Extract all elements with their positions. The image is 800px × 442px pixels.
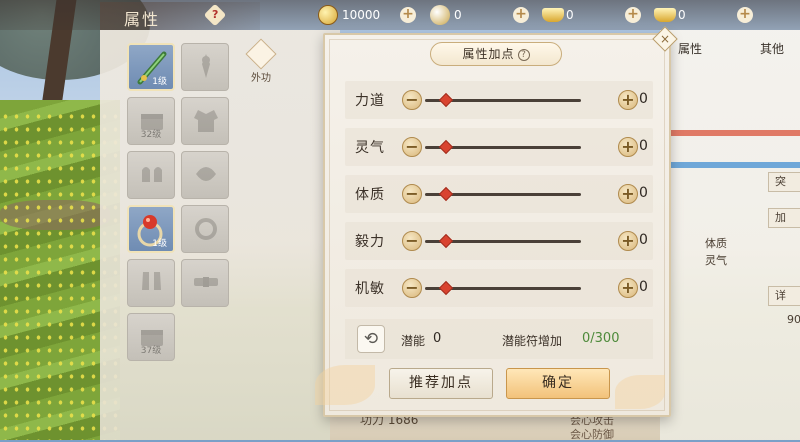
talisman-bonus-label: 潜能符增加 <box>502 334 563 348</box>
slider-thumb[interactable] <box>438 92 454 108</box>
slider-thumb[interactable] <box>438 139 454 155</box>
add-points-button[interactable]: 加 <box>768 208 800 228</box>
equipment-panel: 1级 32级 1级 37级 <box>100 30 340 440</box>
attr-label: 灵气 <box>355 140 385 156</box>
waigong-icon <box>245 38 277 70</box>
breakthrough-button[interactable]: 突 <box>768 172 800 192</box>
attr-row-strength: 力道 − + 0 <box>345 81 653 119</box>
reset-points-button[interactable]: ⟲ <box>357 325 385 353</box>
robe-icon <box>194 110 218 132</box>
attr-label: 机敏 <box>355 281 385 297</box>
currency-value: 0 <box>454 8 462 22</box>
add-silver-ingot-button[interactable]: + <box>737 7 753 23</box>
stat-spirit: 灵气 <box>705 254 727 267</box>
boots-icon <box>142 272 161 290</box>
increase-button[interactable]: + <box>618 184 638 204</box>
top-bar: 属性 ? 10000 + 0 + 0 + 0 + <box>0 0 800 30</box>
petal-decoration <box>315 365 375 405</box>
equip-slot-ring[interactable] <box>181 205 229 253</box>
gloves-icon <box>142 167 162 182</box>
attr-value: 0 <box>639 138 648 154</box>
attr-row-constitution: 体质 − + 0 <box>345 175 653 213</box>
decrease-button[interactable]: − <box>402 137 422 157</box>
attr-row-perseverance: 毅力 − + 0 <box>345 222 653 260</box>
increase-button[interactable]: + <box>618 137 638 157</box>
equip-slot-ornament[interactable] <box>181 151 229 199</box>
increase-button[interactable]: + <box>618 90 638 110</box>
leaf-ornament-icon <box>196 167 216 181</box>
decrease-button[interactable]: − <box>402 184 422 204</box>
page-title: 属性 <box>124 10 161 29</box>
equip-slot-gloves[interactable] <box>127 151 175 199</box>
decrease-button[interactable]: − <box>402 278 422 298</box>
slider-thumb[interactable] <box>438 186 454 202</box>
attr-row-spirit: 灵气 − + 0 <box>345 128 653 166</box>
detail-button[interactable]: 详 <box>768 286 800 306</box>
dialog-help-icon[interactable]: ? <box>517 49 530 61</box>
currency-value: 0 <box>678 8 686 22</box>
stat-value: 90 <box>787 313 800 326</box>
slot-level: 1级 <box>152 239 167 249</box>
slot-level: 37级 <box>140 346 162 356</box>
help-icon: ? <box>211 7 219 21</box>
petal-decoration <box>615 375 665 409</box>
equip-slot-chest-locked[interactable]: 32级 <box>127 97 175 145</box>
attr-value: 0 <box>639 91 648 107</box>
slider-thumb[interactable] <box>438 233 454 249</box>
slider-thumb[interactable] <box>438 280 454 296</box>
potential-label: 潜能 <box>401 334 426 348</box>
equip-slot-robe[interactable] <box>181 97 229 145</box>
attr-label: 毅力 <box>355 234 385 250</box>
mp-bar <box>670 162 800 168</box>
dialog-title: 属性加点 <box>462 47 515 61</box>
stats-side-panel: 属性 其他 突 加 体质 灵气 详 90 <box>660 30 800 440</box>
equip-slot-hairpin[interactable] <box>181 43 229 91</box>
equip-slot-ring-equipped[interactable]: 1级 <box>127 205 175 253</box>
equip-slot-weapon[interactable]: 1级 <box>127 43 175 91</box>
increase-button[interactable]: + <box>618 231 638 251</box>
add-copper-button[interactable]: + <box>400 7 416 23</box>
gold-ingot-icon <box>542 8 564 22</box>
attr-value: 0 <box>639 185 648 201</box>
dialog-header: 属性加点? <box>430 42 562 66</box>
attr-label: 力道 <box>355 93 385 109</box>
equip-slot-belt[interactable] <box>181 259 229 307</box>
silver-ingot-icon <box>654 8 676 22</box>
add-gold-coin-button[interactable]: + <box>513 7 529 23</box>
refresh-icon: ⟲ <box>363 329 379 349</box>
attr-value: 0 <box>639 232 648 248</box>
add-gold-ingot-button[interactable]: + <box>625 7 641 23</box>
copper-coin-icon <box>318 5 338 25</box>
attribute-points-dialog: 属性加点? × 力道 − + 0 灵气 − + 0 体质 − + 0 毅力 − … <box>315 26 678 417</box>
stats-tab-other[interactable]: 其他 <box>760 40 784 57</box>
slot-level: 1级 <box>152 77 167 87</box>
stats-tab-attributes[interactable]: 属性 <box>678 40 702 57</box>
stat-constitution: 体质 <box>705 237 727 250</box>
gold-coin-icon <box>430 5 450 25</box>
hairpin-icon <box>202 54 210 78</box>
belt-icon <box>194 277 218 287</box>
waigong-label: 外功 <box>251 73 271 84</box>
recommend-points-button[interactable]: 推荐加点 <box>389 368 493 399</box>
potential-value: 0 <box>433 331 442 346</box>
potential-row: ⟲ 潜能 0 潜能符增加 0/300 <box>345 319 653 359</box>
attr-label: 体质 <box>355 187 385 203</box>
decrease-button[interactable]: − <box>402 231 422 251</box>
equip-slot-chest-locked-2[interactable]: 37级 <box>127 313 175 361</box>
close-icon: × <box>659 32 671 46</box>
talisman-bonus-value: 0/300 <box>582 331 620 346</box>
currency-value: 10000 <box>342 8 381 22</box>
slot-level: 32级 <box>140 130 162 140</box>
ring-icon <box>195 218 217 240</box>
confirm-button[interactable]: 确定 <box>506 368 610 399</box>
equip-slot-boots[interactable] <box>127 259 175 307</box>
decrease-button[interactable]: − <box>402 90 422 110</box>
waigong-tab[interactable]: 外功 <box>241 38 281 93</box>
attr-value: 0 <box>639 279 648 295</box>
currency-value: 0 <box>566 8 574 22</box>
hp-bar <box>670 130 800 136</box>
increase-button[interactable]: + <box>618 278 638 298</box>
attr-row-agility: 机敏 − + 0 <box>345 269 653 307</box>
